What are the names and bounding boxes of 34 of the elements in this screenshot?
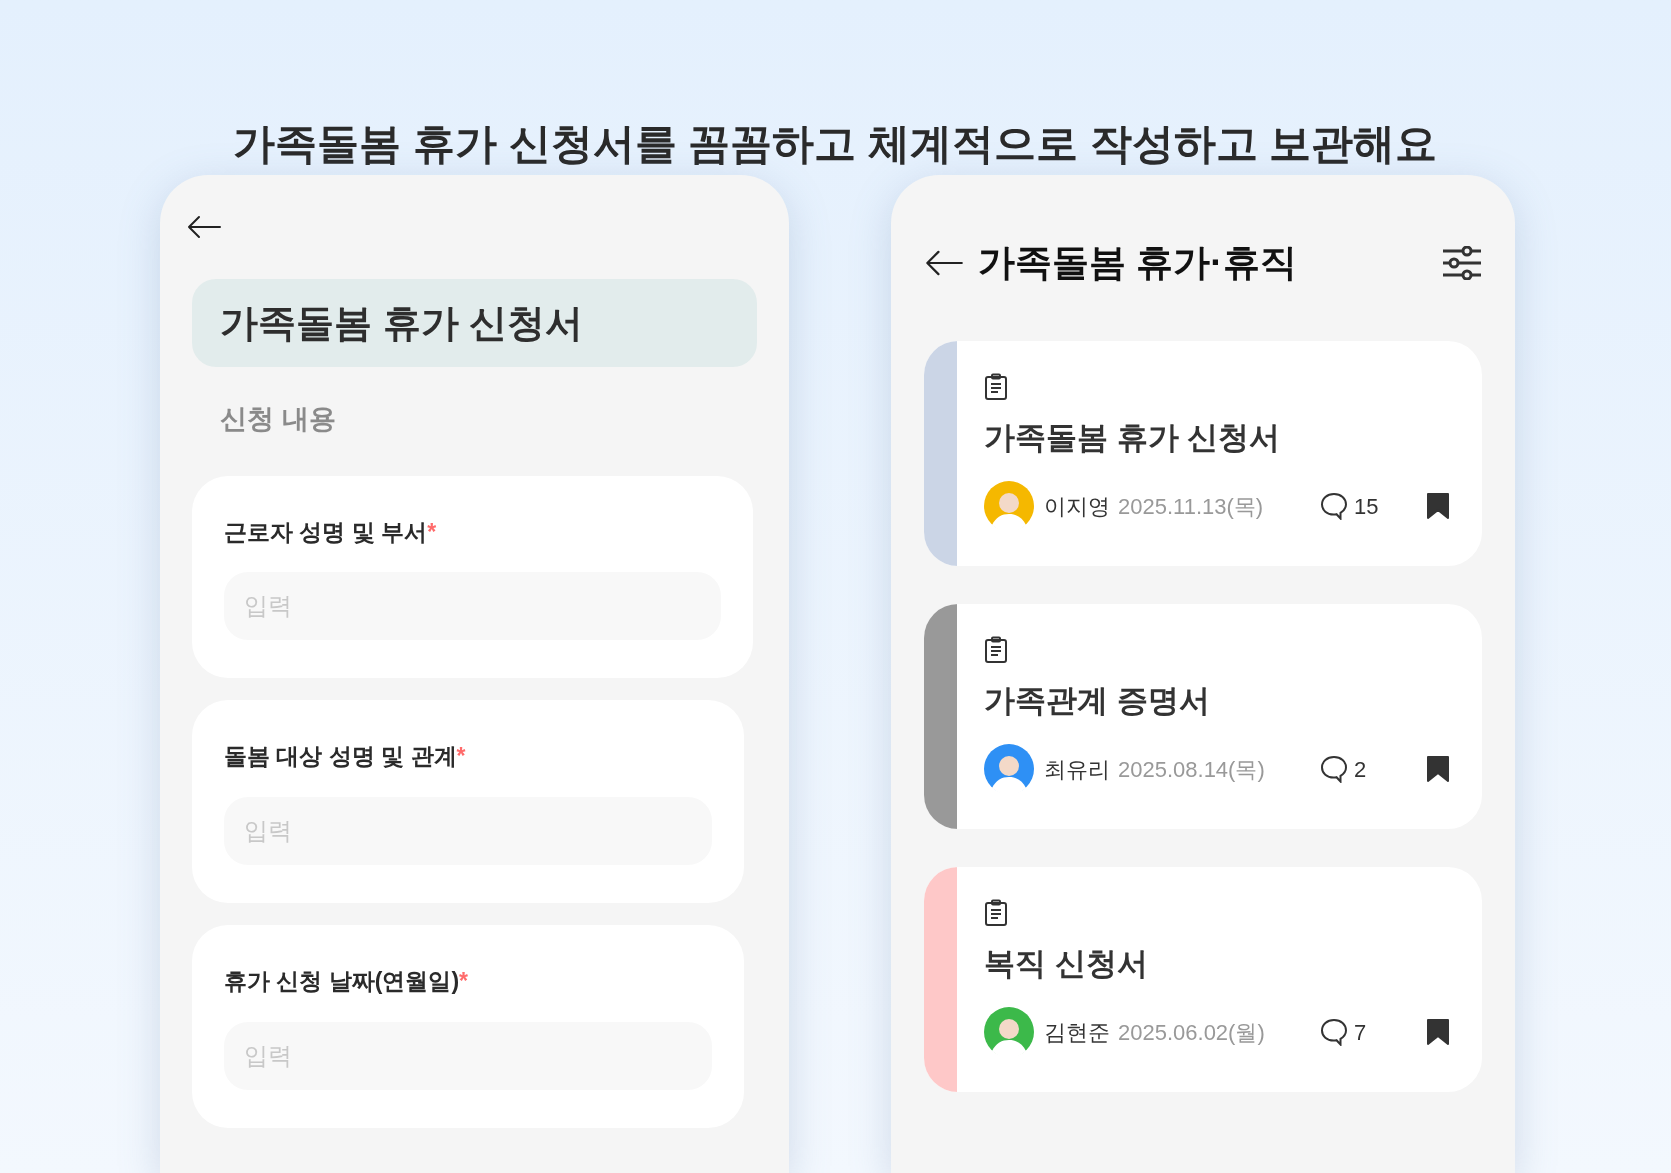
comment-count: 7 bbox=[1354, 1018, 1368, 1047]
document-title: 가족돌봄 휴가 신청서 bbox=[984, 418, 1282, 457]
comment-icon bbox=[1320, 755, 1348, 783]
document-card[interactable]: 가족관계 증명서 최유리 2025.08.14(목) 2 bbox=[924, 603, 1482, 829]
field-label: 휴가 신청 날짜(연월일)* bbox=[224, 967, 470, 996]
comment-icon bbox=[1320, 492, 1348, 520]
bookmark-icon[interactable] bbox=[1426, 1018, 1450, 1046]
bookmark-icon[interactable] bbox=[1426, 492, 1450, 520]
comment-count: 2 bbox=[1354, 755, 1368, 784]
field-label: 근로자 성명 및 부서* bbox=[224, 517, 438, 547]
back-arrow-icon[interactable] bbox=[924, 248, 964, 277]
post-date: 2025.11.13(목) bbox=[1118, 492, 1264, 521]
clipboard-icon bbox=[984, 898, 1008, 927]
filter-icon[interactable] bbox=[1442, 245, 1482, 280]
comment-count: 15 bbox=[1354, 492, 1380, 521]
clipboard-icon bbox=[984, 372, 1008, 401]
post-date: 2025.06.02(월) bbox=[1118, 1018, 1265, 1047]
document-card[interactable]: 복직 신청서 김현준 2025.06.02(월) 7 bbox=[924, 866, 1482, 1092]
bookmark-icon[interactable] bbox=[1426, 755, 1450, 783]
author-name: 이지영 bbox=[1044, 492, 1110, 521]
post-date: 2025.08.14(목) bbox=[1118, 755, 1265, 784]
author-name: 김현준 bbox=[1044, 1018, 1110, 1047]
screen-title: 가족돌봄 휴가·휴직 bbox=[978, 241, 1297, 285]
comment-icon bbox=[1320, 1018, 1348, 1046]
headline: 가족돌봄 휴가 신청서를 꼼꼼하고 체계적으로 작성하고 보관해요 bbox=[232, 119, 1439, 169]
document-card[interactable]: 가족돌봄 휴가 신청서 이지영 2025.11.13(목) 15 bbox=[924, 340, 1482, 566]
form-title: 가족돌봄 휴가 신청서 bbox=[220, 300, 584, 346]
field-label: 돌봄 대상 성명 및 관계* bbox=[224, 742, 467, 771]
section-label: 신청 내용 bbox=[220, 403, 337, 436]
back-arrow-icon[interactable] bbox=[186, 213, 222, 241]
document-title: 복직 신청서 bbox=[984, 944, 1149, 983]
clipboard-icon bbox=[984, 635, 1008, 664]
author-name: 최유리 bbox=[1044, 755, 1110, 784]
document-title: 가족관계 증명서 bbox=[984, 681, 1211, 720]
